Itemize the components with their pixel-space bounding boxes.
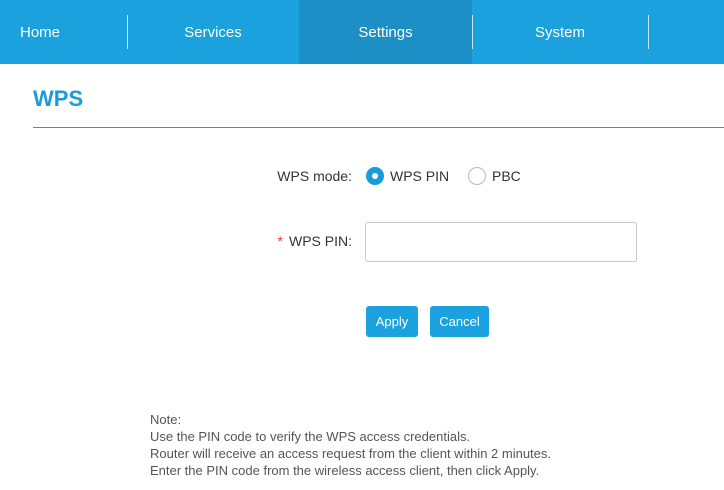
note-line: Router will receive an access request fr… <box>150 446 552 461</box>
note-line: Use the PIN code to verify the WPS acces… <box>150 429 471 444</box>
nav-divider <box>472 15 473 49</box>
wps-mode-label: WPS mode: <box>277 168 352 184</box>
pbc-radio[interactable] <box>468 167 486 185</box>
wps-pin-label: * WPS PIN: <box>200 233 352 249</box>
wps-pin-label-text: WPS PIN: <box>288 233 352 249</box>
top-navigation: Home Services Settings System <box>0 0 724 64</box>
nav-tab-home[interactable]: Home <box>0 0 127 64</box>
wps-pin-radio[interactable] <box>366 167 384 185</box>
nav-tab-settings[interactable]: Settings <box>299 0 472 64</box>
nav-tab-system-label: System <box>534 23 585 41</box>
apply-button[interactable]: Apply <box>366 306 418 337</box>
nav-tab-system[interactable]: System <box>472 0 648 64</box>
nav-tab-services[interactable]: Services <box>127 0 299 64</box>
nav-divider <box>127 15 128 49</box>
nav-tab-home-label: Home <box>20 23 61 41</box>
title-divider <box>33 127 724 128</box>
note-heading: Note: <box>150 412 182 427</box>
note-section: Note: Use the PIN code to verify the WPS… <box>150 411 551 479</box>
nav-divider <box>648 15 649 49</box>
nav-tab-services-label: Services <box>184 23 242 41</box>
pbc-radio-label[interactable]: PBC <box>492 168 521 184</box>
nav-tab-settings-label: Settings <box>358 23 413 41</box>
note-line: Enter the PIN code from the wireless acc… <box>150 463 540 478</box>
wps-pin-input[interactable] <box>365 222 637 262</box>
required-marker: * <box>277 233 283 249</box>
wps-pin-radio-label[interactable]: WPS PIN <box>390 168 449 184</box>
page-title: WPS <box>33 86 84 111</box>
cancel-button[interactable]: Cancel <box>430 306 489 337</box>
